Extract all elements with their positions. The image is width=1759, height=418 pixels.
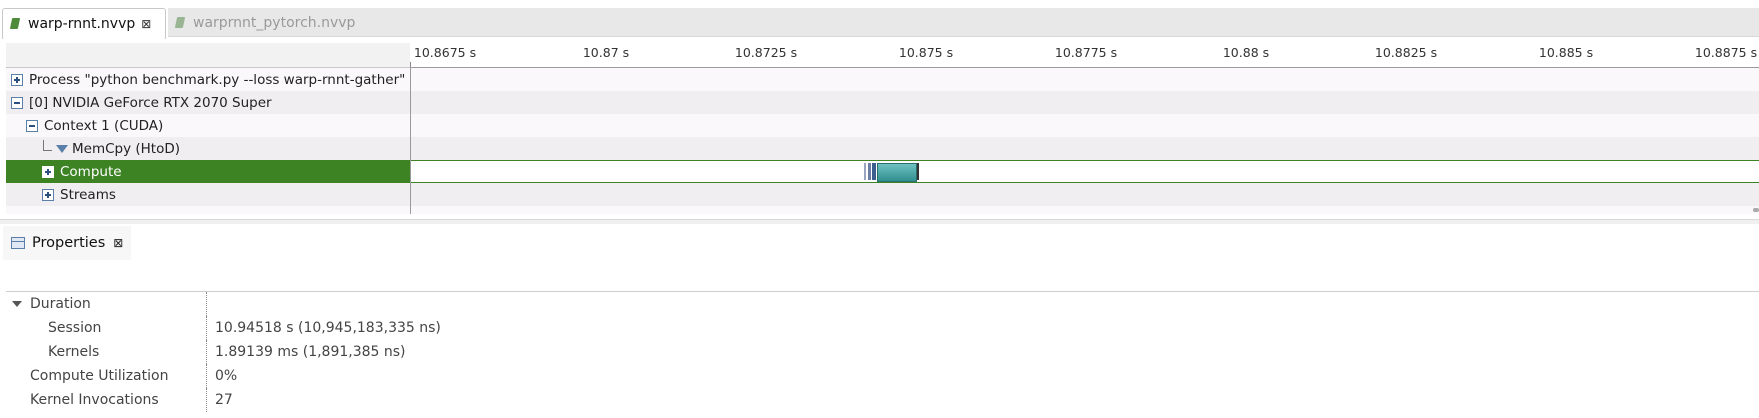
- filter-icon: [56, 144, 68, 153]
- ruler-tick-mark: [410, 62, 411, 67]
- ruler-header: [6, 43, 410, 68]
- property-row-kernel-invocations[interactable]: Kernel Invocations 27: [6, 388, 1759, 412]
- collapse-icon[interactable]: [26, 119, 38, 132]
- track-memcpy[interactable]: [411, 137, 1759, 160]
- row-label: Context 1 (CUDA): [44, 117, 164, 134]
- tree-row-filler: [6, 206, 410, 214]
- ruler-tick: 10.8825 s: [1374, 45, 1438, 60]
- kernel-block[interactable]: [868, 163, 871, 180]
- tab-label: warp-rnnt.nvvp: [28, 16, 136, 32]
- properties-table: Duration Session 10.94518 s (10,945,183,…: [6, 291, 1759, 412]
- property-label: Kernels: [48, 344, 100, 360]
- close-view-icon[interactable]: ⊠: [113, 236, 123, 250]
- kernel-block[interactable]: [877, 163, 917, 182]
- property-value: 0%: [215, 368, 238, 384]
- tree-connector: [43, 140, 52, 151]
- properties-icon: [11, 237, 25, 249]
- tab-strip: [168, 8, 1759, 37]
- ruler-tick: 10.87 s: [582, 45, 630, 60]
- tab-warprnnt-pytorch[interactable]: warprnnt_pytorch.nvvp: [168, 8, 355, 38]
- kernel-block[interactable]: [917, 163, 919, 180]
- tab-properties[interactable]: Properties ⊠: [3, 226, 132, 260]
- close-tab-icon[interactable]: ⊠: [141, 17, 151, 31]
- row-label: Process "python benchmark.py --loss warp…: [29, 71, 423, 88]
- tab-warp-rnnt[interactable]: warp-rnnt.nvvp ⊠: [2, 8, 166, 39]
- property-label: Session: [48, 320, 102, 336]
- track-process[interactable]: [411, 68, 1759, 91]
- ruler-tick: 10.8775 s: [1054, 45, 1118, 60]
- properties-title: Properties: [32, 235, 106, 251]
- track-filler: [411, 206, 1759, 214]
- tree-row-gpu[interactable]: [0] NVIDIA GeForce RTX 2070 Super: [6, 91, 410, 114]
- tree-row-streams[interactable]: Streams: [6, 183, 410, 206]
- scrollbar-thumb[interactable]: [1753, 208, 1759, 212]
- editor-tab-bar: warp-rnnt.nvvp ⊠ warprnnt_pytorch.nvvp: [0, 5, 1759, 41]
- property-value: 1.89139 ms (1,891,385 ns): [215, 344, 406, 360]
- ruler-tick: 10.885 s: [1538, 45, 1594, 60]
- row-label: MemCpy (HtoD): [72, 140, 181, 157]
- time-ruler[interactable]: 10.8675 s 10.87 s 10.8725 s 10.875 s 10.…: [410, 43, 1759, 68]
- property-key: Compute Utilization: [6, 364, 207, 388]
- view-divider[interactable]: [0, 219, 1759, 224]
- property-key: Kernel Invocations: [6, 388, 207, 412]
- track-compute[interactable]: [411, 160, 1759, 183]
- row-label: [0] NVIDIA GeForce RTX 2070 Super: [29, 94, 272, 111]
- expand-icon[interactable]: [11, 73, 23, 86]
- property-row-duration[interactable]: Duration: [6, 292, 1759, 316]
- track-gpu[interactable]: [411, 91, 1759, 114]
- property-key: Duration: [6, 292, 207, 316]
- tree-row-memcpy[interactable]: MemCpy (HtoD): [6, 137, 410, 160]
- collapse-icon[interactable]: [11, 96, 23, 109]
- track-streams[interactable]: [411, 183, 1759, 206]
- property-row-compute-utilization[interactable]: Compute Utilization 0%: [6, 364, 1759, 388]
- collapse-caret-icon[interactable]: [12, 301, 22, 307]
- property-key: Session: [6, 316, 207, 340]
- property-value: 27: [215, 392, 233, 408]
- ruler-tick: 10.88 s: [1222, 45, 1270, 60]
- timeline-track-area[interactable]: [410, 68, 1759, 214]
- ruler-tick: 10.8675 s: [413, 45, 477, 60]
- timeline-tree: Process "python benchmark.py --loss warp…: [6, 68, 423, 214]
- tree-row-compute[interactable]: Compute: [6, 160, 410, 183]
- nvvp-file-icon: [10, 17, 22, 31]
- ruler-tick: 10.875 s: [898, 45, 954, 60]
- property-label: Duration: [30, 296, 91, 312]
- property-row-session[interactable]: Session 10.94518 s (10,945,183,335 ns): [6, 316, 1759, 340]
- tree-row-context[interactable]: Context 1 (CUDA): [6, 114, 410, 137]
- row-label: Streams: [60, 186, 116, 203]
- property-row-kernels[interactable]: Kernels 1.89139 ms (1,891,385 ns): [6, 340, 1759, 364]
- tab-label: warprnnt_pytorch.nvvp: [193, 15, 356, 31]
- row-label: Compute: [60, 163, 122, 180]
- ruler-tick: 10.8725 s: [734, 45, 798, 60]
- tree-row-process[interactable]: Process "python benchmark.py --loss warp…: [6, 68, 423, 91]
- expand-icon[interactable]: [42, 165, 54, 178]
- expand-icon[interactable]: [42, 188, 54, 201]
- kernel-block[interactable]: [872, 163, 876, 180]
- kernel-block[interactable]: [864, 163, 866, 180]
- ruler-tick: 10.8875 s: [1694, 45, 1758, 60]
- property-label: Kernel Invocations: [30, 392, 159, 408]
- property-value: 10.94518 s (10,945,183,335 ns): [215, 320, 441, 336]
- timeline-view: 10.8675 s 10.87 s 10.8725 s 10.875 s 10.…: [6, 43, 1759, 218]
- track-context[interactable]: [411, 114, 1759, 137]
- property-key: Kernels: [6, 340, 207, 364]
- nvvp-file-icon: [175, 16, 187, 30]
- property-label: Compute Utilization: [30, 368, 169, 384]
